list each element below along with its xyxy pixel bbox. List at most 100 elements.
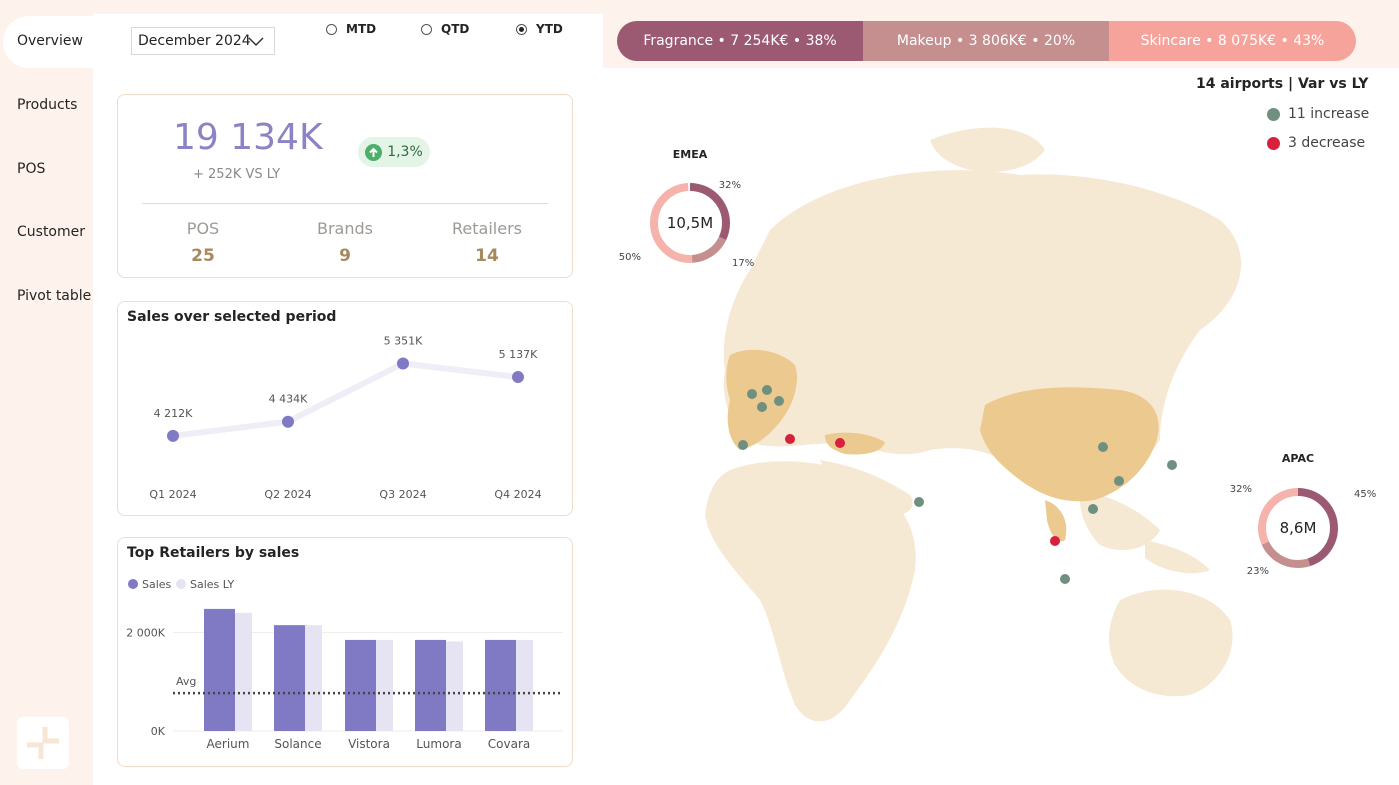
legend-sales-ly-dot xyxy=(176,579,186,589)
sales-point xyxy=(167,429,179,442)
bar-sales xyxy=(415,639,446,731)
airport-marker[interactable] xyxy=(1088,504,1098,514)
increase-markers xyxy=(738,385,1177,584)
stat-pos-label: POS xyxy=(186,219,220,238)
total-sales-value: 19 134K xyxy=(173,117,323,158)
chevron-down-icon xyxy=(248,37,264,47)
radio-mtd-circle xyxy=(326,23,337,35)
donut-segment-label: 32% xyxy=(1230,484,1252,495)
nav-item-customer[interactable]: Customer xyxy=(17,224,85,240)
airport-marker[interactable] xyxy=(738,440,748,450)
bar-category-label: Lumora xyxy=(416,737,461,751)
stat-brands-label: Brands xyxy=(317,219,373,238)
donut-segment-label: 23% xyxy=(1247,566,1269,577)
sales-x-label: Q4 2024 xyxy=(494,488,541,501)
legend-increase-dot xyxy=(1267,107,1280,121)
radio-mtd-label: MTD xyxy=(346,22,377,36)
legend-sales-ly-label: Sales LY xyxy=(190,578,234,591)
sales-data-label: 5 137K xyxy=(499,348,538,361)
radio-qtd-circle xyxy=(421,23,432,35)
bar-sales-ly xyxy=(305,625,322,731)
airport-marker[interactable] xyxy=(774,396,784,406)
bar-sales xyxy=(485,639,516,731)
stat-retailers-value: 14 xyxy=(475,246,499,266)
sales-point xyxy=(512,371,524,384)
sales-line-chart: 4 212K Q1 2024 4 434K Q2 2024 5 351K Q3 2024 5… xyxy=(149,334,541,501)
total-sales-vs-ly: + 252K VS LY xyxy=(193,167,281,182)
bar-category-label: Covara xyxy=(488,737,530,751)
legend-decrease: 3 decrease xyxy=(1267,135,1365,151)
apac-donut: APAC 45% 23% 32% 8,6M xyxy=(1230,452,1376,577)
donut-region-label: EMEA xyxy=(673,148,708,161)
bar-sales-ly xyxy=(516,639,533,731)
kpi-card: 19 134K + 252K VS LY 1,3% POS 25 Brands … xyxy=(117,94,573,278)
radio-qtd[interactable]: QTD xyxy=(421,22,469,36)
airport-marker[interactable] xyxy=(785,434,795,444)
radio-qtd-label: QTD xyxy=(441,22,470,36)
category-skincare[interactable]: Skincare • 8 075K€ • 43% xyxy=(1109,21,1356,61)
radio-ytd-label: YTD xyxy=(536,22,563,36)
radio-mtd[interactable]: MTD xyxy=(326,22,376,36)
map-title: 14 airports | Var vs LY xyxy=(1196,76,1369,92)
category-share-bar: Fragrance • 7 254K€ • 38% Makeup • 3 806… xyxy=(617,21,1356,61)
stat-retailers-label: Retailers xyxy=(452,219,522,238)
donut-segment-label: 17% xyxy=(732,258,754,269)
legend-sales-dot xyxy=(128,579,138,589)
period-dropdown[interactable]: December 2024 xyxy=(131,27,275,55)
airport-marker[interactable] xyxy=(762,385,772,395)
radio-ytd[interactable]: YTD xyxy=(516,22,563,36)
airport-marker[interactable] xyxy=(835,438,845,448)
donut-segment-label: 45% xyxy=(1354,489,1376,500)
avg-label: Avg xyxy=(176,675,196,688)
bar-category-label: Solance xyxy=(274,737,321,751)
bar-sales-ly xyxy=(235,612,252,731)
retailers-chart-card: Top Retailers by sales Sales Sales LY 0K 2 … xyxy=(117,537,573,767)
bar-sales xyxy=(204,608,235,731)
bar-sales-ly xyxy=(446,641,463,731)
airport-marker[interactable] xyxy=(1060,574,1070,584)
bar-category-label: Vistora xyxy=(348,737,390,751)
legend-sales-label: Sales xyxy=(142,578,172,591)
y-tick-label: 2 000K xyxy=(126,627,165,640)
airport-marker[interactable] xyxy=(1114,476,1124,486)
sales-data-label: 4 434K xyxy=(269,393,308,406)
retailers-bar-chart: Sales Sales LY 0K 2 000K Aerium Solance Vistor… xyxy=(126,578,563,751)
donut-total: 10,5M xyxy=(667,214,713,232)
period-dropdown-value: December 2024 xyxy=(138,33,251,49)
sales-x-label: Q2 2024 xyxy=(264,488,311,501)
airport-marker[interactable] xyxy=(747,389,757,399)
nav-item-products[interactable]: Products xyxy=(17,97,77,113)
bar-sales-ly xyxy=(376,639,393,731)
emea-donut: EMEA 32% 17% 50% 10,5M xyxy=(619,148,754,269)
category-makeup[interactable]: Makeup • 3 806K€ • 20% xyxy=(863,21,1109,61)
airport-marker[interactable] xyxy=(757,402,767,412)
nav-item-overview[interactable]: Overview xyxy=(17,33,83,49)
donut-region-label: APAC xyxy=(1282,452,1314,465)
airport-marker[interactable] xyxy=(914,497,924,507)
sales-line xyxy=(172,360,519,439)
sales-data-label: 4 212K xyxy=(154,407,193,420)
sales-point xyxy=(397,357,409,370)
growth-value: 1,3% xyxy=(387,144,423,160)
app-logo xyxy=(17,717,69,769)
airport-marker[interactable] xyxy=(1167,460,1177,470)
sales-x-label: Q3 2024 xyxy=(379,488,426,501)
donut-segment-label: 32% xyxy=(719,180,741,191)
airport-marker[interactable] xyxy=(1098,442,1108,452)
bar-sales xyxy=(274,625,305,731)
legend-decrease-label: 3 decrease xyxy=(1288,135,1366,151)
nav-item-pivot-table[interactable]: Pivot table xyxy=(17,288,91,304)
airport-marker[interactable] xyxy=(1050,536,1060,546)
category-fragrance[interactable]: Fragrance • 7 254K€ • 38% xyxy=(617,21,863,61)
stat-brands-value: 9 xyxy=(339,246,351,266)
arrow-up-circle-icon xyxy=(365,143,383,161)
sales-x-label: Q1 2024 xyxy=(149,488,196,501)
donut-segment-label: 50% xyxy=(619,252,641,263)
legend-increase-label: 11 increase xyxy=(1288,106,1370,122)
bar-category-label: Aerium xyxy=(207,737,250,751)
stat-pos-value: 25 xyxy=(191,246,215,266)
legend-decrease-dot xyxy=(1267,136,1280,150)
legend-increase: 11 increase xyxy=(1267,106,1369,122)
nav-item-pos[interactable]: POS xyxy=(17,161,45,177)
donut-total: 8,6M xyxy=(1280,519,1317,537)
